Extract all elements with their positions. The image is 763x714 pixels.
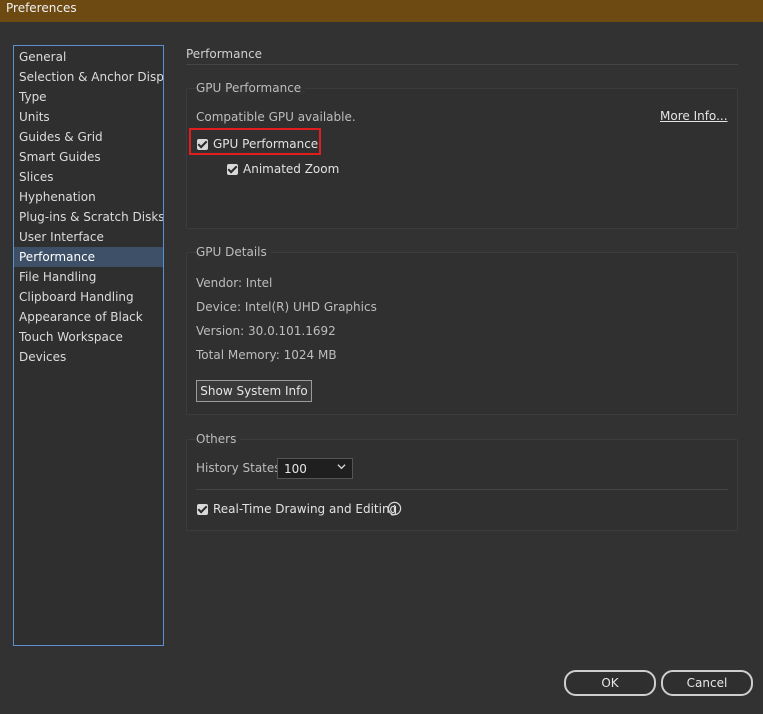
animated-zoom-label: Animated Zoom [243, 162, 340, 176]
realtime-drawing-checkbox-row[interactable]: Real-Time Drawing and Editing [197, 502, 397, 516]
animated-zoom-checkbox[interactable] [227, 163, 238, 175]
window-title: Preferences [6, 1, 77, 15]
highlight-annotation-box [189, 128, 321, 155]
info-icon[interactable] [387, 501, 402, 516]
show-system-info-button[interactable]: Show System Info [196, 380, 312, 402]
title-divider [186, 64, 738, 65]
title-bar[interactable]: Preferences [0, 0, 763, 22]
sidebar-item-type[interactable]: Type [14, 87, 163, 107]
gpu-vendor-text: Vendor: Intel [196, 276, 273, 290]
sidebar-item-general[interactable]: General [14, 47, 163, 67]
sidebar-item-performance[interactable]: Performance [14, 247, 163, 267]
sidebar-item-hyphenation[interactable]: Hyphenation [14, 187, 163, 207]
sidebar-item-appearance-of-black[interactable]: Appearance of Black [14, 307, 163, 327]
ok-button[interactable]: OK [564, 670, 656, 696]
realtime-drawing-checkbox[interactable] [197, 503, 208, 515]
gpu-version-text: Version: 30.0.101.1692 [196, 324, 336, 338]
sidebar-item-smart-guides[interactable]: Smart Guides [14, 147, 163, 167]
sidebar-item-file-handling[interactable]: File Handling [14, 267, 163, 287]
history-states-select[interactable]: 100 [277, 458, 353, 479]
others-group [186, 439, 738, 531]
gpu-device-text: Device: Intel(R) UHD Graphics [196, 300, 377, 314]
page-title: Performance [186, 47, 263, 61]
others-divider [196, 489, 728, 490]
history-states-value: 100 [284, 461, 307, 476]
sidebar-item-units[interactable]: Units [14, 107, 163, 127]
sidebar-item-plugins-scratch-disks[interactable]: Plug-ins & Scratch Disks [14, 207, 163, 227]
gpu-memory-text: Total Memory: 1024 MB [196, 348, 337, 362]
sidebar-item-clipboard-handling[interactable]: Clipboard Handling [14, 287, 163, 307]
gpu-details-heading: GPU Details [196, 245, 271, 259]
chevron-down-icon [337, 464, 346, 470]
sidebar-item-touch-workspace[interactable]: Touch Workspace [14, 327, 163, 347]
sidebar-item-selection-anchor-display[interactable]: Selection & Anchor Display [14, 67, 163, 87]
sidebar-item-user-interface[interactable]: User Interface [14, 227, 163, 247]
sidebar-item-guides-grid[interactable]: Guides & Grid [14, 127, 163, 147]
history-states-label: History States: [196, 461, 285, 475]
gpu-status-text: Compatible GPU available. [196, 110, 356, 124]
cancel-button[interactable]: Cancel [661, 670, 753, 696]
gpu-performance-heading: GPU Performance [196, 81, 306, 95]
sidebar-item-slices[interactable]: Slices [14, 167, 163, 187]
animated-zoom-checkbox-row[interactable]: Animated Zoom [227, 162, 339, 176]
sidebar-item-devices[interactable]: Devices [14, 347, 163, 367]
more-info-link[interactable]: More Info... [660, 109, 728, 123]
realtime-drawing-label: Real-Time Drawing and Editing [213, 502, 398, 516]
sidebar: General Selection & Anchor Display Type … [13, 45, 164, 646]
others-heading: Others [196, 432, 241, 446]
